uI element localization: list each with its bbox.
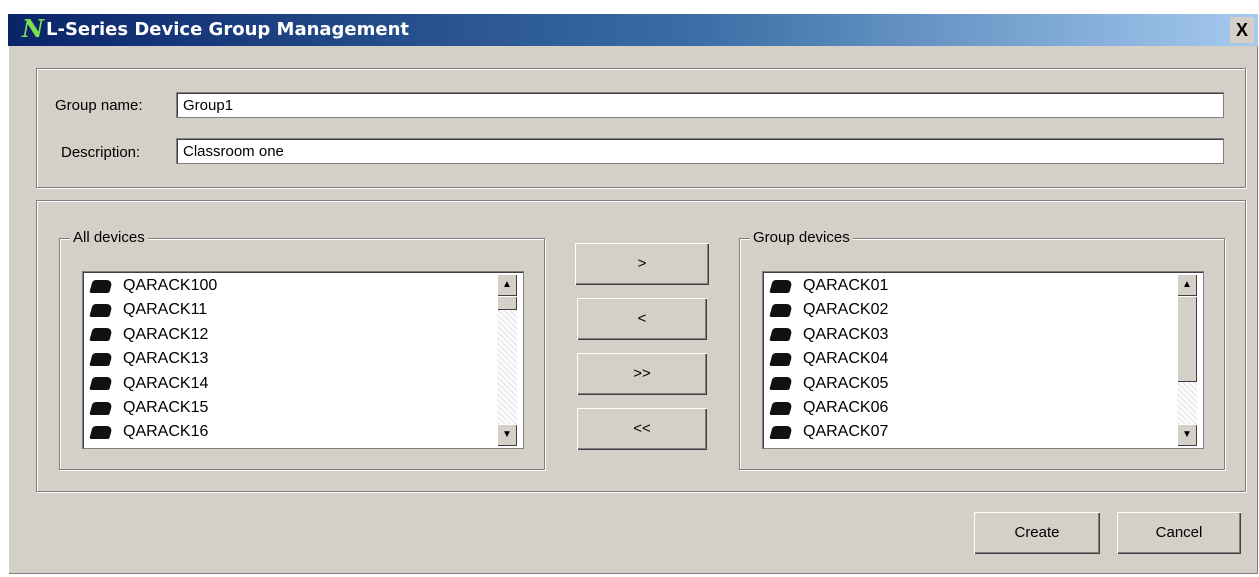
remove-all-button[interactable]: <<	[577, 408, 707, 450]
group-devices-label: Group devices	[750, 228, 853, 248]
device-icon	[89, 279, 113, 293]
device-icon	[769, 377, 793, 391]
list-item[interactable]: QARACK11	[89, 299, 208, 321]
device-icon	[89, 352, 113, 366]
list-item[interactable]: QARACK07	[769, 421, 889, 443]
list-item[interactable]: QARACK06	[769, 397, 889, 419]
device-selection-panel: All devices QARACK100 QARACK11 QARACK12 QAR…	[36, 200, 1246, 492]
list-item[interactable]: QARACK13	[89, 348, 209, 370]
group-devices-group: Group devices QARACK01 QARACK02 QARACK03 QA…	[739, 228, 1225, 470]
device-name: QARACK16	[123, 423, 209, 441]
device-icon	[769, 303, 793, 317]
scroll-down-icon[interactable]: ▼	[497, 424, 517, 446]
list-item[interactable]: QARACK05	[769, 373, 889, 395]
remove-selected-button[interactable]: <	[577, 298, 707, 340]
device-icon	[769, 279, 793, 293]
device-name: QARACK04	[803, 350, 889, 368]
device-group-dialog: N L-Series Device Group Management X Gro…	[8, 14, 1258, 574]
window-title: L-Series Device Group Management	[46, 19, 410, 40]
device-name: QARACK07	[803, 423, 889, 441]
device-icon	[769, 425, 793, 439]
scroll-up-icon[interactable]: ▲	[497, 274, 517, 296]
device-name: QARACK06	[803, 399, 889, 416]
device-name: QARACK100	[123, 277, 218, 294]
description-input[interactable]: Classroom one	[176, 138, 1224, 164]
scroll-up-icon[interactable]: ▲	[1177, 274, 1197, 296]
group-name-input[interactable]: Group1	[176, 92, 1224, 118]
device-icon	[89, 401, 113, 415]
all-devices-scrollbar[interactable]: ▲ ▼	[497, 274, 517, 446]
device-name: QARACK14	[123, 374, 209, 392]
add-all-button[interactable]: >>	[577, 353, 707, 395]
group-devices-scrollbar[interactable]: ▲ ▼	[1177, 274, 1197, 446]
all-devices-label: All devices	[70, 228, 148, 248]
cancel-button[interactable]: Cancel	[1117, 512, 1241, 554]
description-label: Description:	[61, 144, 141, 161]
group-info-panel: Group name: Group1 Description: Classroo…	[36, 68, 1246, 188]
app-logo-icon: N	[22, 14, 44, 43]
all-devices-group: All devices QARACK100 QARACK11 QARACK12 QAR…	[59, 228, 545, 470]
device-name: QARACK01	[803, 277, 889, 294]
add-selected-button[interactable]: >	[575, 243, 709, 285]
device-name: QARACK13	[123, 350, 209, 368]
create-button[interactable]: Create	[974, 512, 1100, 554]
list-item[interactable]: QARACK03	[769, 324, 889, 346]
scroll-thumb[interactable]	[1177, 296, 1197, 382]
list-item[interactable]: QARACK12	[89, 324, 209, 346]
device-icon	[89, 303, 113, 317]
list-item[interactable]: QARACK04	[769, 348, 889, 370]
list-item[interactable]: QARACK15	[89, 397, 209, 419]
device-icon	[769, 401, 793, 415]
device-name: QARACK03	[803, 325, 889, 343]
title-bar[interactable]: N L-Series Device Group Management X	[8, 14, 1258, 46]
list-item[interactable]: QARACK02	[769, 299, 889, 321]
close-button[interactable]: X	[1230, 17, 1254, 43]
list-item[interactable]: QARACK01	[769, 275, 889, 297]
all-devices-list[interactable]: QARACK100 QARACK11 QARACK12 QARACK13 QARACK1…	[82, 271, 524, 449]
scroll-down-icon[interactable]: ▼	[1177, 424, 1197, 446]
device-icon	[769, 328, 793, 342]
device-name: QARACK05	[803, 374, 889, 392]
group-devices-list[interactable]: QARACK01 QARACK02 QARACK03 QARACK04 QARACK05…	[762, 271, 1204, 449]
device-name: QARACK02	[803, 301, 889, 319]
list-item[interactable]: QARACK14	[89, 373, 209, 395]
device-icon	[89, 328, 113, 342]
list-item[interactable]: QARACK16	[89, 421, 209, 443]
list-item[interactable]: QARACK100	[89, 275, 218, 297]
group-name-label: Group name:	[55, 97, 143, 114]
device-name: QARACK12	[123, 325, 209, 343]
device-icon	[769, 352, 793, 366]
scroll-thumb[interactable]	[497, 296, 517, 310]
device-name: QARACK11	[123, 301, 208, 319]
device-icon	[89, 425, 113, 439]
device-icon	[89, 377, 113, 391]
device-name: QARACK15	[123, 399, 209, 416]
